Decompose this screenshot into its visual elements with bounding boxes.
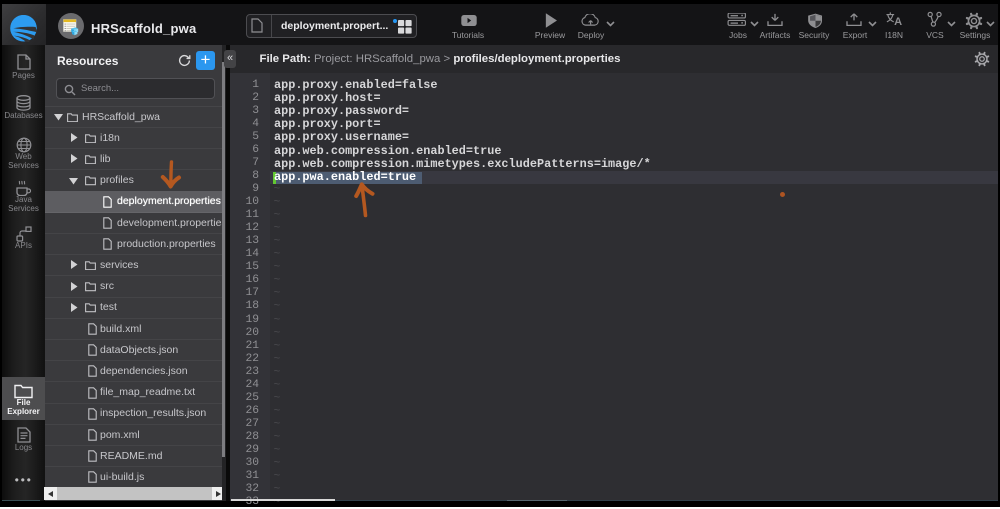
svg-text:A: A bbox=[894, 16, 902, 27]
